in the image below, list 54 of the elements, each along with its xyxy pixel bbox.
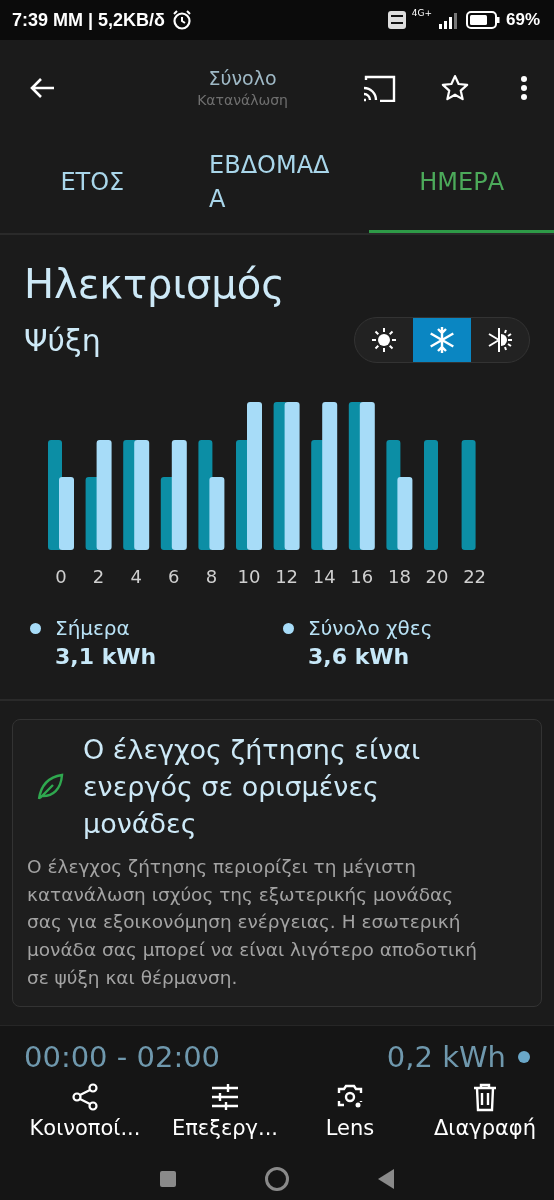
share-sheet-action[interactable]: Διαγραφή: [410, 1081, 554, 1140]
legend-dot: [30, 623, 41, 634]
hour-label: 16: [350, 566, 374, 587]
hour-label: 4: [130, 566, 142, 587]
snowflake-icon: [427, 325, 457, 355]
notice-text: Ο έλεγχος ζήτησης περιορίζει τη μέγιστη κατανάλωση ισχύος της εξωτερικής μονάδας σας για εξοικονόμηση ενέργειας. Η εσωτερική μονάδα σας μπορεί να είναι λιγότερο αποδοτική σε ψύξη και θέρμανση.: [27, 854, 478, 990]
hour-label: 8: [205, 566, 218, 587]
cast-icon[interactable]: [362, 73, 396, 102]
share-sheet-action[interactable]: Κοινοποί...: [10, 1081, 160, 1140]
battery-percent: 69%: [505, 10, 540, 30]
volte-icon: [387, 11, 406, 29]
sliders-icon: [210, 1081, 240, 1112]
hour-label: 2: [92, 566, 105, 587]
network-type: 4G+: [411, 8, 432, 18]
period-tab[interactable]: ΕΒΔΟΜΑΔΑ: [184, 135, 370, 233]
usage-period: 00:00 - 02:00: [24, 1039, 221, 1074]
battery-icon: [465, 11, 500, 29]
period-tab[interactable]: ΕΤΟΣ: [0, 135, 185, 233]
screen-title: Σύνολο: [208, 67, 277, 89]
share-icon: [70, 1081, 100, 1112]
recents-button[interactable]: [159, 1171, 176, 1187]
legend-value: 3,6 kWh: [308, 644, 411, 669]
back-button[interactable]: [378, 1169, 395, 1189]
trash-icon: [471, 1081, 499, 1112]
alarm-clock-icon: [171, 9, 193, 31]
hour-label: 10: [237, 566, 261, 587]
hour-label: 22: [463, 566, 487, 587]
screen-subtitle: Κατανάλωση: [197, 92, 288, 108]
hour-label: 14: [312, 566, 336, 587]
home-button[interactable]: [265, 1167, 289, 1191]
hour-label: 12: [275, 566, 299, 587]
legend-label: Σήμερα: [55, 616, 131, 640]
period-tab[interactable]: ΗΜΕΡΑ: [369, 135, 554, 233]
usage-dot: [518, 1050, 530, 1063]
section-title: Ηλεκτρισμός: [24, 261, 286, 307]
hour-label: 20: [425, 566, 449, 587]
more-options-icon[interactable]: [520, 74, 528, 101]
hour-label: 18: [387, 566, 411, 587]
notice-title: Ο έλεγχος ζήτησης είναι ενεργός σε ορισμένες μονάδες: [83, 733, 422, 841]
back-arrow-icon[interactable]: [28, 75, 56, 100]
sun-icon: [370, 326, 398, 354]
star-icon[interactable]: [440, 72, 470, 103]
mode-label: Ψύξη: [24, 322, 101, 358]
usage-value: 0,2 kWh: [386, 1039, 506, 1074]
status-time: 7:39 ΜΜ | 5,2KB/δ: [12, 9, 165, 31]
share-sheet-action[interactable]: Επεξεργ...: [160, 1081, 290, 1140]
legend-value: 3,1 kWh: [55, 644, 157, 669]
legend-label: Σύνολο χθες: [308, 616, 433, 640]
hour-label: 0: [55, 566, 67, 587]
legend-dot: [283, 623, 294, 634]
hour-label: 6: [168, 566, 180, 587]
share-sheet-action[interactable]: Lens: [290, 1081, 410, 1140]
signal-icon: [437, 11, 460, 29]
snow-sun-icon: [486, 326, 514, 354]
